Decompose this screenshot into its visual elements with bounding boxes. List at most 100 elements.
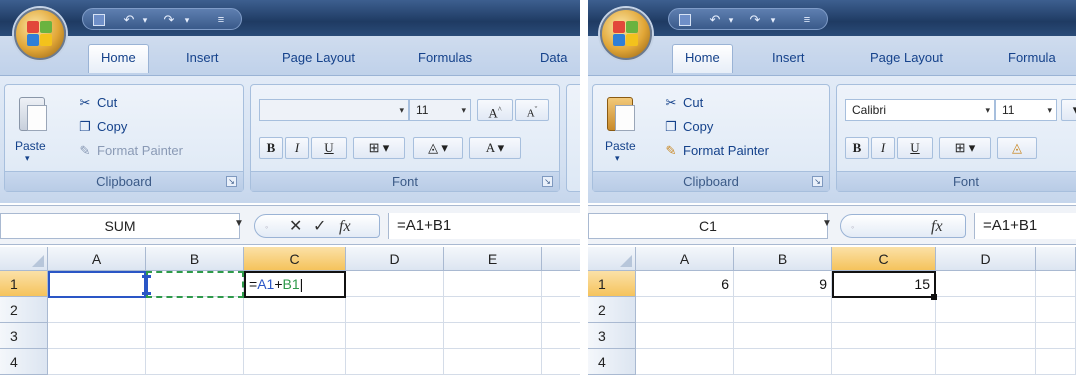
undo-dropdown-icon[interactable]: ▾ xyxy=(137,12,153,28)
column-header-c[interactable]: C xyxy=(244,247,346,271)
undo-icon[interactable]: ↶ xyxy=(121,12,137,28)
cell-b1[interactable]: 9 xyxy=(734,271,832,297)
cell-a3[interactable] xyxy=(636,323,734,349)
redo-icon[interactable]: ↷ xyxy=(161,12,177,28)
name-box[interactable]: C1 xyxy=(588,213,828,239)
cell-c2[interactable] xyxy=(832,297,936,323)
cell-d3[interactable] xyxy=(936,323,1036,349)
row-header-3[interactable]: 3 xyxy=(0,323,48,349)
fill-handle[interactable] xyxy=(931,294,937,300)
cell-f2[interactable] xyxy=(542,297,580,323)
cell-b4[interactable] xyxy=(734,349,832,375)
borders-button[interactable]: ⊞ ▾ xyxy=(939,137,991,159)
cell-d1[interactable] xyxy=(346,271,444,297)
clipboard-launcher-icon[interactable]: ↘ xyxy=(812,176,823,187)
cell-a3[interactable] xyxy=(48,323,146,349)
cell-d3[interactable] xyxy=(346,323,444,349)
font-name-combo[interactable]: Calibri ▾ xyxy=(845,99,995,121)
cell-d2[interactable] xyxy=(346,297,444,323)
font-size-dropdown-button[interactable]: ▾ xyxy=(1061,99,1076,121)
row-header-2[interactable]: 2 xyxy=(0,297,48,323)
tab-home[interactable]: Home xyxy=(672,44,733,73)
name-box[interactable]: SUM xyxy=(0,213,240,239)
format-painter-button[interactable]: ✎ Format Painter xyxy=(77,143,183,159)
formula-input[interactable]: =A1+B1 xyxy=(974,213,1076,239)
chevron-down-icon[interactable]: ▼ xyxy=(234,218,244,229)
cell-e2[interactable] xyxy=(444,297,542,323)
paste-dropdown-icon[interactable]: ▾ xyxy=(615,153,620,164)
copy-button[interactable]: ❐ Copy xyxy=(663,119,713,135)
cell-e1[interactable] xyxy=(444,271,542,297)
cut-button[interactable]: ✂ Cut xyxy=(77,95,118,111)
tab-insert[interactable]: Insert xyxy=(772,50,805,65)
cell-e1[interactable] xyxy=(1036,271,1076,297)
cell-b2[interactable] xyxy=(734,297,832,323)
cell-f3[interactable] xyxy=(542,323,580,349)
cell-d4[interactable] xyxy=(346,349,444,375)
formula-input[interactable]: =A1+B1 xyxy=(388,213,580,239)
cell-b2[interactable] xyxy=(146,297,244,323)
column-header-a[interactable]: A xyxy=(48,247,146,271)
format-painter-button[interactable]: ✎ Format Painter xyxy=(663,143,769,159)
font-launcher-icon[interactable]: ↘ xyxy=(542,176,553,187)
paste-icon[interactable] xyxy=(17,93,49,133)
cell-a4[interactable] xyxy=(48,349,146,375)
row-header-4[interactable]: 4 xyxy=(588,349,636,375)
cell-a1[interactable]: 6 xyxy=(636,271,734,297)
column-header-e[interactable]: E xyxy=(444,247,542,271)
underline-button[interactable]: U xyxy=(897,137,933,159)
cell-c1[interactable]: =A1+B1| xyxy=(244,271,346,298)
qat-customize-icon[interactable]: ≡ xyxy=(799,12,815,28)
fill-color-button[interactable]: ◬ ▾ xyxy=(413,137,463,159)
cell-e3[interactable] xyxy=(444,323,542,349)
column-header-d[interactable]: D xyxy=(936,247,1036,271)
italic-button[interactable]: I xyxy=(871,137,895,159)
cell-b3[interactable] xyxy=(146,323,244,349)
office-button[interactable] xyxy=(600,8,652,60)
qat-customize-icon[interactable]: ≡ xyxy=(213,12,229,28)
cell-d1[interactable] xyxy=(936,271,1036,297)
tab-home[interactable]: Home xyxy=(88,44,149,73)
cancel-icon[interactable]: ✕ xyxy=(289,217,302,237)
redo-dropdown-icon[interactable]: ▾ xyxy=(765,12,781,28)
underline-button[interactable]: U xyxy=(311,137,347,159)
tab-data[interactable]: Data xyxy=(540,50,567,65)
font-size-combo[interactable]: 11 ▾ xyxy=(409,99,471,121)
copy-button[interactable]: ❐ Copy xyxy=(77,119,127,135)
cell-c2[interactable] xyxy=(244,297,346,323)
paste-dropdown-icon[interactable]: ▾ xyxy=(25,153,30,164)
paste-button[interactable]: Paste xyxy=(605,139,636,153)
cut-button[interactable]: ✂ Cut xyxy=(663,95,704,111)
insert-function-icon[interactable]: fx xyxy=(931,217,943,237)
cell-f4[interactable] xyxy=(542,349,580,375)
cell-e4[interactable] xyxy=(444,349,542,375)
bold-button[interactable]: B xyxy=(259,137,283,159)
cell-d2[interactable] xyxy=(936,297,1036,323)
row-header-3[interactable]: 3 xyxy=(588,323,636,349)
cell-e3[interactable] xyxy=(1036,323,1076,349)
undo-dropdown-icon[interactable]: ▾ xyxy=(723,12,739,28)
bold-button[interactable]: B xyxy=(845,137,869,159)
column-header-f-partial[interactable] xyxy=(542,247,580,271)
cell-a4[interactable] xyxy=(636,349,734,375)
cell-c4[interactable] xyxy=(832,349,936,375)
save-icon[interactable] xyxy=(677,12,693,28)
redo-icon[interactable]: ↷ xyxy=(747,12,763,28)
tab-formulas[interactable]: Formula xyxy=(1008,50,1056,65)
cell-a2[interactable] xyxy=(48,297,146,323)
tab-page-layout[interactable]: Page Layout xyxy=(282,50,355,65)
fill-color-button[interactable]: ◬ xyxy=(997,137,1037,159)
select-all-button[interactable] xyxy=(588,247,636,271)
cell-b4[interactable] xyxy=(146,349,244,375)
redo-dropdown-icon[interactable]: ▾ xyxy=(179,12,195,28)
save-icon[interactable] xyxy=(91,12,107,28)
paste-button[interactable]: Paste xyxy=(15,139,46,153)
column-header-e-partial[interactable] xyxy=(1036,247,1076,271)
tab-insert[interactable]: Insert xyxy=(186,50,219,65)
enter-icon[interactable]: ✓ xyxy=(313,217,326,237)
column-header-b[interactable]: B xyxy=(734,247,832,271)
column-header-b[interactable]: B xyxy=(146,247,244,271)
font-size-combo[interactable]: 11 ▾ xyxy=(995,99,1057,121)
font-name-combo[interactable]: ▾ xyxy=(259,99,409,121)
cell-e4[interactable] xyxy=(1036,349,1076,375)
